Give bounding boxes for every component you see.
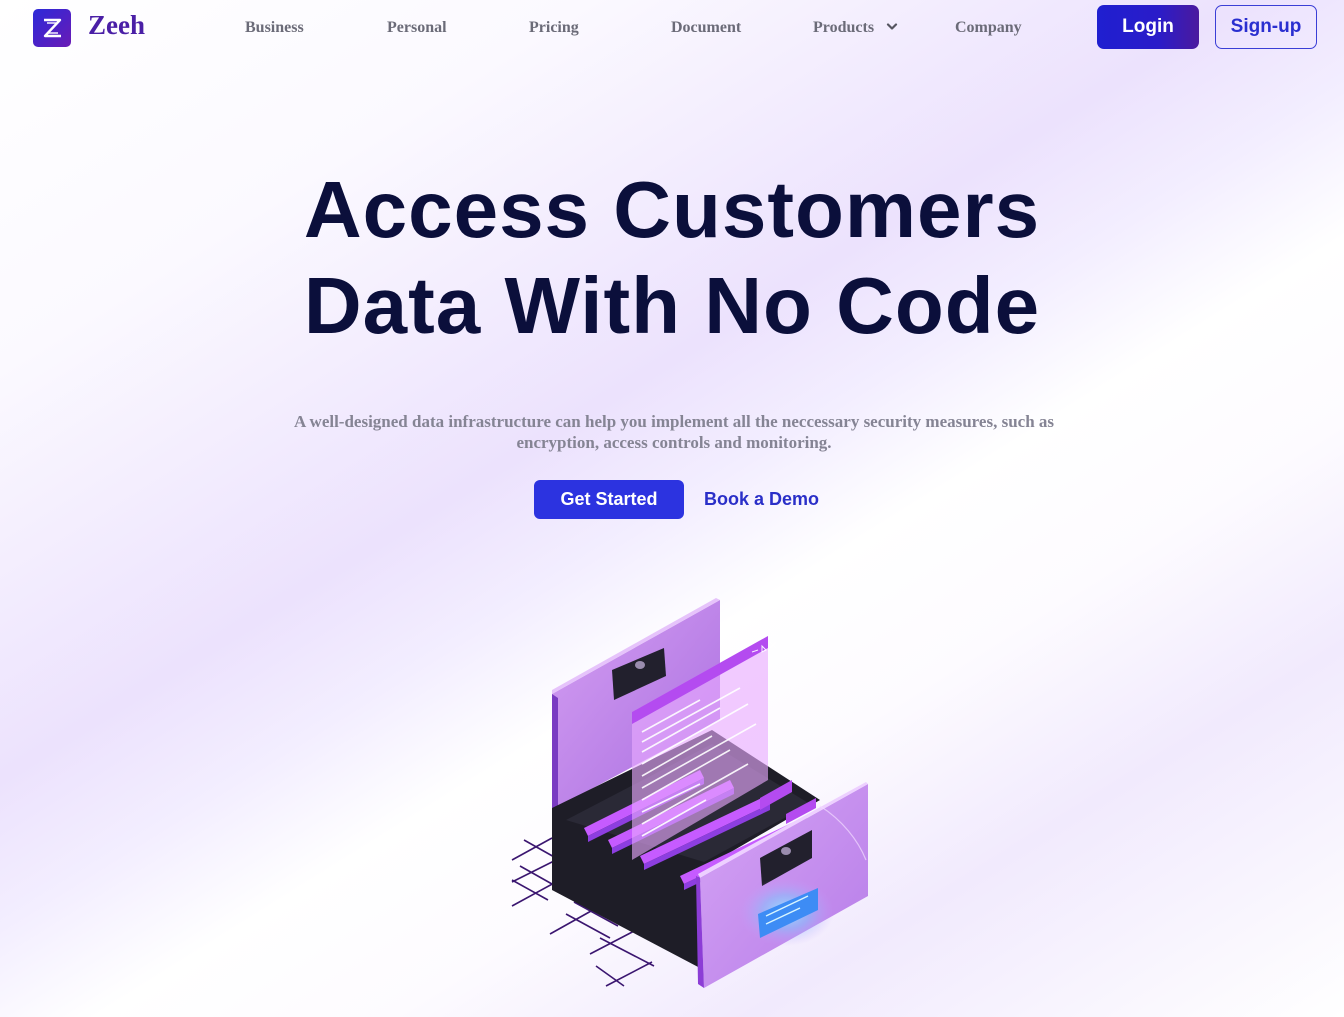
brand-name[interactable]: Zeeh [88, 10, 145, 41]
nav-item-personal[interactable]: Personal [387, 19, 447, 37]
signup-button[interactable]: Sign-up [1215, 5, 1317, 49]
nav-item-products[interactable]: Products [813, 19, 874, 37]
get-started-button[interactable]: Get Started [534, 480, 684, 519]
z-logo-icon [43, 18, 62, 38]
hero-title: Access Customers Data With No Code [0, 162, 1344, 354]
nav-item-business[interactable]: Business [245, 19, 304, 37]
login-button[interactable]: Login [1097, 5, 1199, 49]
nav-item-company[interactable]: Company [955, 19, 1022, 37]
hero-subtitle: A well-designed data infrastructure can … [293, 412, 1055, 452]
book-demo-link[interactable]: Book a Demo [704, 489, 819, 510]
nav-item-pricing[interactable]: Pricing [529, 19, 579, 37]
hero-title-line-2: Data With No Code [303, 261, 1041, 350]
file-cabinet-illustration [511, 598, 868, 988]
chevron-down-icon[interactable] [886, 21, 898, 33]
nav-item-document[interactable]: Document [671, 19, 741, 37]
logo-mark[interactable] [33, 9, 71, 47]
hero-title-line-1: Access Customers [303, 165, 1041, 254]
